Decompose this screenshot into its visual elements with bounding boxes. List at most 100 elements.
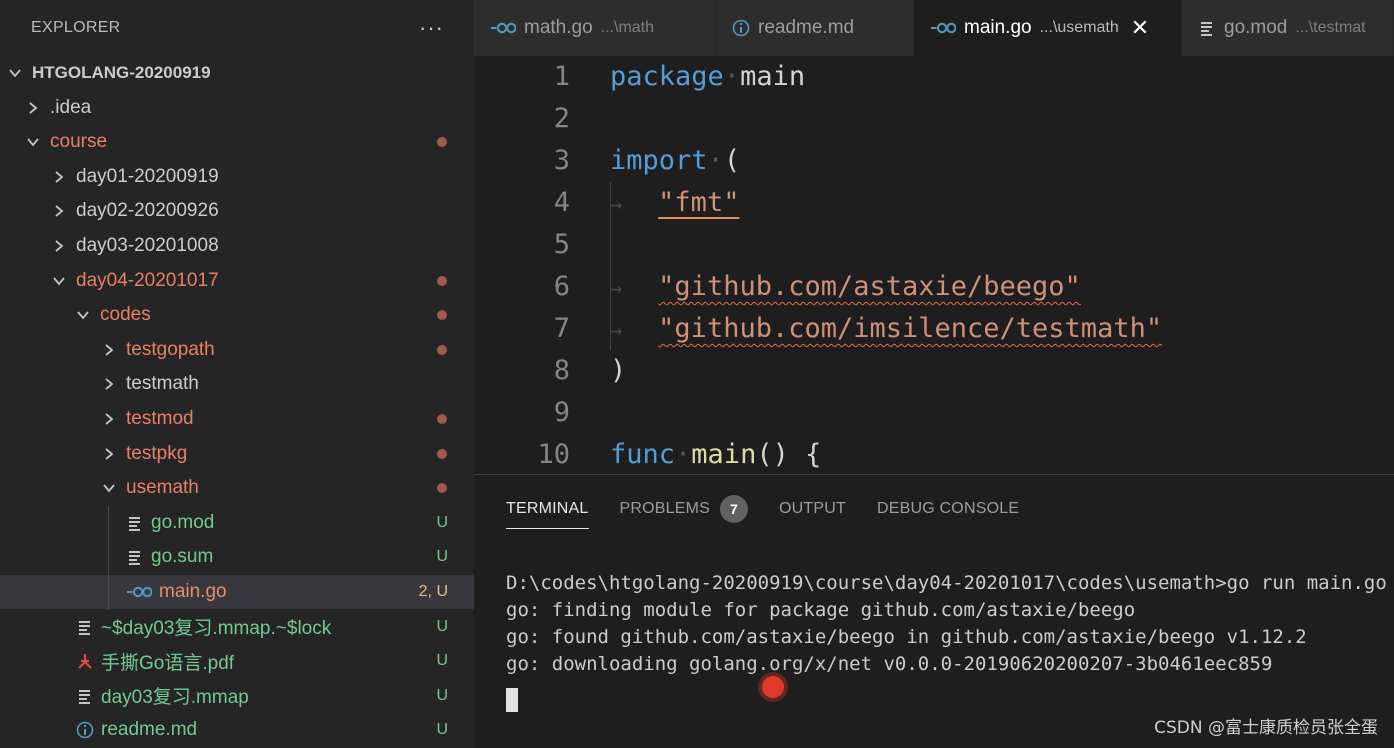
chevron-down-icon[interactable] [102, 481, 116, 495]
tree-item-label: testpkg [126, 442, 188, 464]
tree-file[interactable]: 手撕Go语言.pdf U [0, 644, 474, 678]
tab-description: ...\usemath [1039, 19, 1119, 36]
chevron-right-icon[interactable] [26, 101, 40, 115]
keyword: import [610, 145, 708, 176]
chevron-right-icon[interactable] [52, 170, 66, 184]
tree-file[interactable]: readme.md U [0, 713, 474, 747]
function-name: main [691, 439, 757, 470]
chevron-right-icon[interactable] [102, 412, 116, 426]
tree-item-label: ~$day03复习.mmap.~$lock [101, 618, 332, 640]
tab-label: main.go [964, 17, 1032, 38]
tree-item-label: testmath [126, 373, 199, 395]
chevron-down-icon[interactable] [8, 66, 22, 80]
code-line: 4 → "fmt" [474, 182, 1394, 224]
terminal-line: go: found github.com/astaxie/beego in gi… [506, 626, 1307, 648]
identifier: main [740, 61, 806, 92]
modified-dot-icon [437, 414, 447, 424]
file-lines-icon [126, 514, 144, 532]
line-number: 9 [553, 397, 570, 428]
info-icon [732, 19, 750, 37]
tree-file[interactable]: go.mod U [0, 506, 474, 540]
chevron-right-icon[interactable] [102, 377, 116, 391]
git-status-badge: U [436, 721, 448, 739]
tree-item-label: day01-20200919 [76, 165, 219, 187]
terminal-line: D:\codes\htgolang-20200919\course\day04-… [506, 572, 1386, 594]
tree-folder[interactable]: codes [0, 298, 474, 332]
tree-folder[interactable]: testgopath [0, 333, 474, 367]
tree-folder[interactable]: day04-20201017 [0, 264, 474, 298]
tree-item-label: .idea [50, 96, 92, 118]
editor-tab[interactable]: math.go ...\math [474, 0, 716, 56]
chevron-right-icon[interactable] [52, 239, 66, 253]
chevron-right-icon[interactable] [52, 204, 66, 218]
modified-dot-icon [437, 344, 447, 355]
tree-item-label: HTGOLANG-20200919 [32, 63, 211, 82]
tab-label: OUTPUT [779, 500, 846, 517]
modified-dot-icon [437, 310, 447, 321]
tree-item-label: day03复习.mmap [101, 687, 249, 709]
tree-item-label: go.mod [151, 511, 215, 533]
tab-problems[interactable]: PROBLEMS 7 [620, 489, 749, 529]
line-number: 3 [553, 145, 570, 176]
tab-terminal[interactable]: TERMINAL [506, 489, 589, 529]
line-number: 6 [553, 271, 570, 302]
tree-folder[interactable]: course [0, 125, 474, 159]
string-literal: "fmt" [658, 187, 740, 218]
line-number: 5 [553, 229, 570, 260]
tree-root[interactable]: HTGOLANG-20200919 [0, 56, 474, 90]
editor-tab[interactable]: readme.md [716, 0, 914, 56]
editor-tab[interactable]: go.mod ...\testmat [1182, 0, 1394, 56]
editor-tab-bar: math.go ...\math readme.md main.go ...\usema… [474, 0, 1394, 56]
explorer-sidebar: EXPLORER ··· HTGOLANG-20200919 .idea cours… [0, 0, 474, 748]
terminal-cursor [506, 688, 518, 712]
tree-file[interactable]: go.sum U [0, 540, 474, 574]
modified-dot-icon [437, 448, 447, 459]
line-number: 2 [553, 103, 570, 134]
tree-folder[interactable]: .idea [0, 91, 474, 125]
chevron-right-icon[interactable] [102, 343, 116, 357]
tab-label: TERMINAL [506, 499, 589, 517]
git-status-badge: U [436, 652, 448, 670]
tree-file[interactable]: day03复习.mmap U [0, 679, 474, 713]
tree-folder[interactable]: day02-20200926 [0, 194, 474, 228]
code-editor[interactable]: 1 package·main 2 3 import·( 4 → "fmt" 5 … [474, 56, 1394, 474]
chevron-down-icon[interactable] [76, 308, 90, 322]
chevron-down-icon[interactable] [26, 135, 40, 149]
problems-count-badge: 7 [720, 495, 749, 523]
tree-file[interactable]: main.go 2, U [0, 575, 474, 609]
info-icon [76, 721, 94, 739]
tree-folder[interactable]: testmod [0, 402, 474, 436]
tree-folder[interactable]: testmath [0, 367, 474, 401]
code-line: 5 [474, 224, 1394, 266]
git-status-badge: U [436, 686, 448, 704]
tab-debug-console[interactable]: DEBUG CONSOLE [877, 489, 1019, 529]
code-text: () { [756, 439, 822, 470]
chevron-right-icon[interactable] [102, 447, 116, 461]
tree-item-label: 手撕Go语言.pdf [101, 652, 235, 674]
code-line: 8 ) [474, 350, 1394, 392]
code-line: 7 → "github.com/imsilence/testmath" [474, 308, 1394, 350]
code-line: 10 func·main() { [474, 434, 1394, 474]
line-number: 4 [553, 187, 570, 218]
tree-folder[interactable]: day03-20201008 [0, 229, 474, 263]
go-file-icon [930, 19, 956, 37]
code-line: 2 [474, 98, 1394, 140]
editor-tab[interactable]: main.go ...\usemath ✕ [914, 0, 1182, 56]
modified-dot-icon [437, 483, 447, 494]
tree-folder[interactable]: testpkg [0, 437, 474, 471]
chevron-down-icon[interactable] [52, 274, 66, 288]
tab-output[interactable]: OUTPUT [779, 489, 846, 529]
tree-file[interactable]: ~$day03复习.mmap.~$lock U [0, 610, 474, 644]
tab-label: math.go [524, 17, 593, 38]
more-actions-icon[interactable]: ··· [419, 15, 444, 41]
tree-folder[interactable]: day01-20200919 [0, 160, 474, 194]
tree-item-label: day04-20201017 [76, 269, 219, 291]
keyword: func [610, 439, 676, 470]
close-icon[interactable]: ✕ [1131, 15, 1149, 41]
terminal-line: go: finding module for package github.co… [506, 599, 1136, 621]
tree-folder[interactable]: usemath [0, 471, 474, 505]
tree-item-label: testgopath [126, 338, 215, 360]
terminal-output[interactable]: D:\codes\htgolang-20200919\course\day04-… [506, 570, 1386, 717]
tree-item-label: codes [100, 304, 151, 326]
tab-label: readme.md [758, 17, 855, 38]
